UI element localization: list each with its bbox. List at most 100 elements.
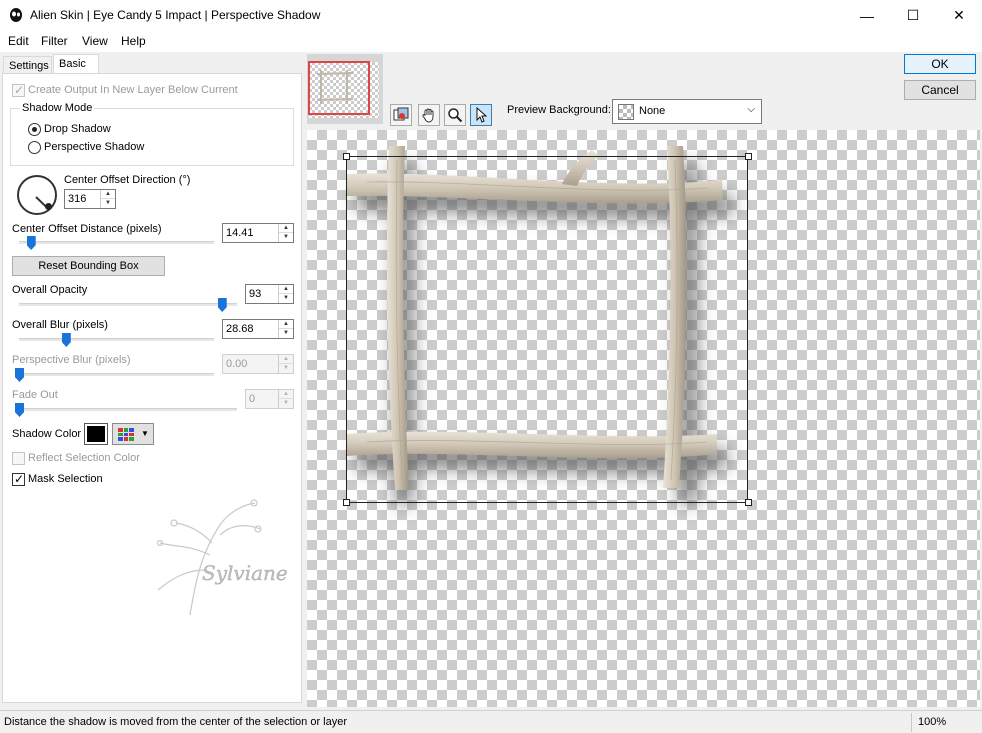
menu-filter[interactable]: Filter xyxy=(41,34,68,48)
bounding-box-handle-bottom-left[interactable] xyxy=(343,499,350,506)
zoom-level: 100% xyxy=(918,716,947,728)
bounding-box-handle-top-left[interactable] xyxy=(343,153,350,160)
menu-help[interactable]: Help xyxy=(121,34,146,48)
blur-label: Overall Blur (pixels) xyxy=(12,319,108,331)
menu-view[interactable]: View xyxy=(82,34,108,48)
svg-text:Sylviane: Sylviane xyxy=(202,561,288,585)
selection-tool[interactable] xyxy=(470,104,492,126)
close-button[interactable]: ✕ xyxy=(936,0,982,31)
mask-selection-label: Mask Selection xyxy=(28,473,103,485)
cancel-button[interactable]: Cancel xyxy=(904,80,976,100)
color-palette-button[interactable]: ▼ xyxy=(112,423,154,445)
tab-basic[interactable]: Basic xyxy=(53,54,99,75)
dropdown-arrow-icon: ▼ xyxy=(141,429,149,438)
fade-out-label: Fade Out xyxy=(12,389,58,401)
perspective-blur-label: Perspective Blur (pixels) xyxy=(12,354,131,366)
spin-up-icon[interactable]: ▲ xyxy=(101,190,115,199)
tab-settings[interactable]: Settings xyxy=(3,56,52,74)
window-title: Alien Skin | Eye Candy 5 Impact | Perspe… xyxy=(30,8,321,22)
fade-out-value: 0 xyxy=(249,393,256,405)
status-hint: Distance the shadow is moved from the ce… xyxy=(4,716,348,728)
drop-shadow-radio[interactable] xyxy=(28,123,41,136)
create-output-label: Create Output In New Layer Below Current xyxy=(28,84,238,96)
menu-edit[interactable]: Edit xyxy=(8,34,29,48)
reflect-selection-checkbox[interactable] xyxy=(12,452,25,465)
radio-selected-dot xyxy=(32,127,37,132)
reflect-selection-label: Reflect Selection Color xyxy=(28,452,140,464)
checkmark-icon: ✓ xyxy=(14,83,25,97)
opacity-stepper[interactable]: 93 ▲ ▼ xyxy=(245,284,294,304)
preview-background-select[interactable]: None ⌵ xyxy=(612,99,762,124)
opacity-value: 93 xyxy=(249,288,262,300)
perspective-shadow-radio[interactable] xyxy=(28,141,41,154)
direction-stepper[interactable]: 316 ▲ ▼ xyxy=(64,189,116,209)
color-grid-icon xyxy=(118,428,134,441)
preview-background-label: Preview Background: xyxy=(507,104,611,116)
shadow-color-fill xyxy=(87,426,105,442)
ok-button[interactable]: OK xyxy=(904,54,976,74)
alien-skin-logo-icon xyxy=(10,8,22,22)
distance-stepper[interactable]: 14.41 ▲ ▼ xyxy=(222,223,294,243)
distance-value: 14.41 xyxy=(226,227,254,239)
title-bar: Alien Skin | Eye Candy 5 Impact | Perspe… xyxy=(0,0,982,31)
perspective-blur-stepper[interactable]: 0.00 ▲ ▼ xyxy=(222,354,294,374)
direction-value: 316 xyxy=(68,193,87,205)
status-divider xyxy=(911,713,912,732)
drop-shadow-label: Drop Shadow xyxy=(44,123,111,135)
transparency-swatch-icon xyxy=(618,104,634,120)
opacity-slider-track[interactable] xyxy=(19,303,237,306)
menu-bar: Edit Filter View Help xyxy=(0,31,982,52)
zoom-icon xyxy=(448,108,463,123)
chevron-down-icon: ⌵ xyxy=(747,104,755,115)
spin-up-icon[interactable]: ▲ xyxy=(279,320,293,329)
checkmark-icon: ✓ xyxy=(14,472,25,486)
preview-background-value: None xyxy=(639,105,666,117)
spin-down-icon[interactable]: ▼ xyxy=(279,294,293,303)
bounding-box-handle-bottom-right[interactable] xyxy=(745,499,752,506)
status-bar: Distance the shadow is moved from the ce… xyxy=(0,710,982,733)
direction-dial-knob[interactable] xyxy=(45,203,52,210)
mask-selection-checkbox[interactable]: ✓ xyxy=(12,472,25,486)
direction-label: Center Offset Direction (°) xyxy=(64,174,191,186)
preview-toggle-icon xyxy=(393,107,409,121)
perspective-blur-slider-track[interactable] xyxy=(19,373,214,376)
hand-icon xyxy=(422,108,434,123)
navigator-thumbnail[interactable] xyxy=(307,54,383,124)
distance-label: Center Offset Distance (pixels) xyxy=(12,223,162,235)
blur-stepper[interactable]: 28.68 ▲ ▼ xyxy=(222,319,294,339)
spin-up-icon[interactable]: ▲ xyxy=(279,355,293,364)
shadow-mode-title: Shadow Mode xyxy=(20,102,95,114)
reset-bounding-box-button[interactable]: Reset Bounding Box xyxy=(12,256,165,276)
direction-dial[interactable] xyxy=(17,175,57,215)
spin-up-icon[interactable]: ▲ xyxy=(279,224,293,233)
opacity-label: Overall Opacity xyxy=(12,284,88,296)
preview-toggle-tool[interactable] xyxy=(390,104,412,126)
hand-tool[interactable] xyxy=(418,104,440,126)
blur-slider-track[interactable] xyxy=(19,338,214,341)
minimize-button[interactable]: — xyxy=(844,0,890,31)
spin-down-icon[interactable]: ▼ xyxy=(279,399,293,408)
spin-up-icon[interactable]: ▲ xyxy=(279,390,293,399)
arrow-pointer-icon xyxy=(476,107,488,123)
perspective-blur-value: 0.00 xyxy=(226,358,248,370)
distance-slider-track[interactable] xyxy=(19,241,214,244)
spin-down-icon[interactable]: ▼ xyxy=(279,233,293,242)
zoom-tool[interactable] xyxy=(444,104,466,126)
shadow-mode-group xyxy=(10,108,294,166)
maximize-button[interactable]: ☐ xyxy=(890,0,936,31)
navigator-viewport-rect[interactable] xyxy=(308,61,370,115)
shadow-color-label: Shadow Color xyxy=(12,428,82,440)
spin-down-icon[interactable]: ▼ xyxy=(101,199,115,208)
fade-out-stepper[interactable]: 0 ▲ ▼ xyxy=(245,389,294,409)
sylviane-watermark-logo: Sylviane xyxy=(156,499,288,616)
blur-value: 28.68 xyxy=(226,323,254,335)
fade-out-slider-track[interactable] xyxy=(19,408,237,411)
spin-down-icon[interactable]: ▼ xyxy=(279,364,293,373)
shadow-color-swatch[interactable] xyxy=(84,423,108,445)
bounding-box-handle-top-right[interactable] xyxy=(745,153,752,160)
bounding-box[interactable] xyxy=(346,156,748,503)
spin-down-icon[interactable]: ▼ xyxy=(279,329,293,338)
create-output-checkbox[interactable]: ✓ xyxy=(12,83,25,97)
spin-up-icon[interactable]: ▲ xyxy=(279,285,293,294)
perspective-shadow-label: Perspective Shadow xyxy=(44,141,145,153)
